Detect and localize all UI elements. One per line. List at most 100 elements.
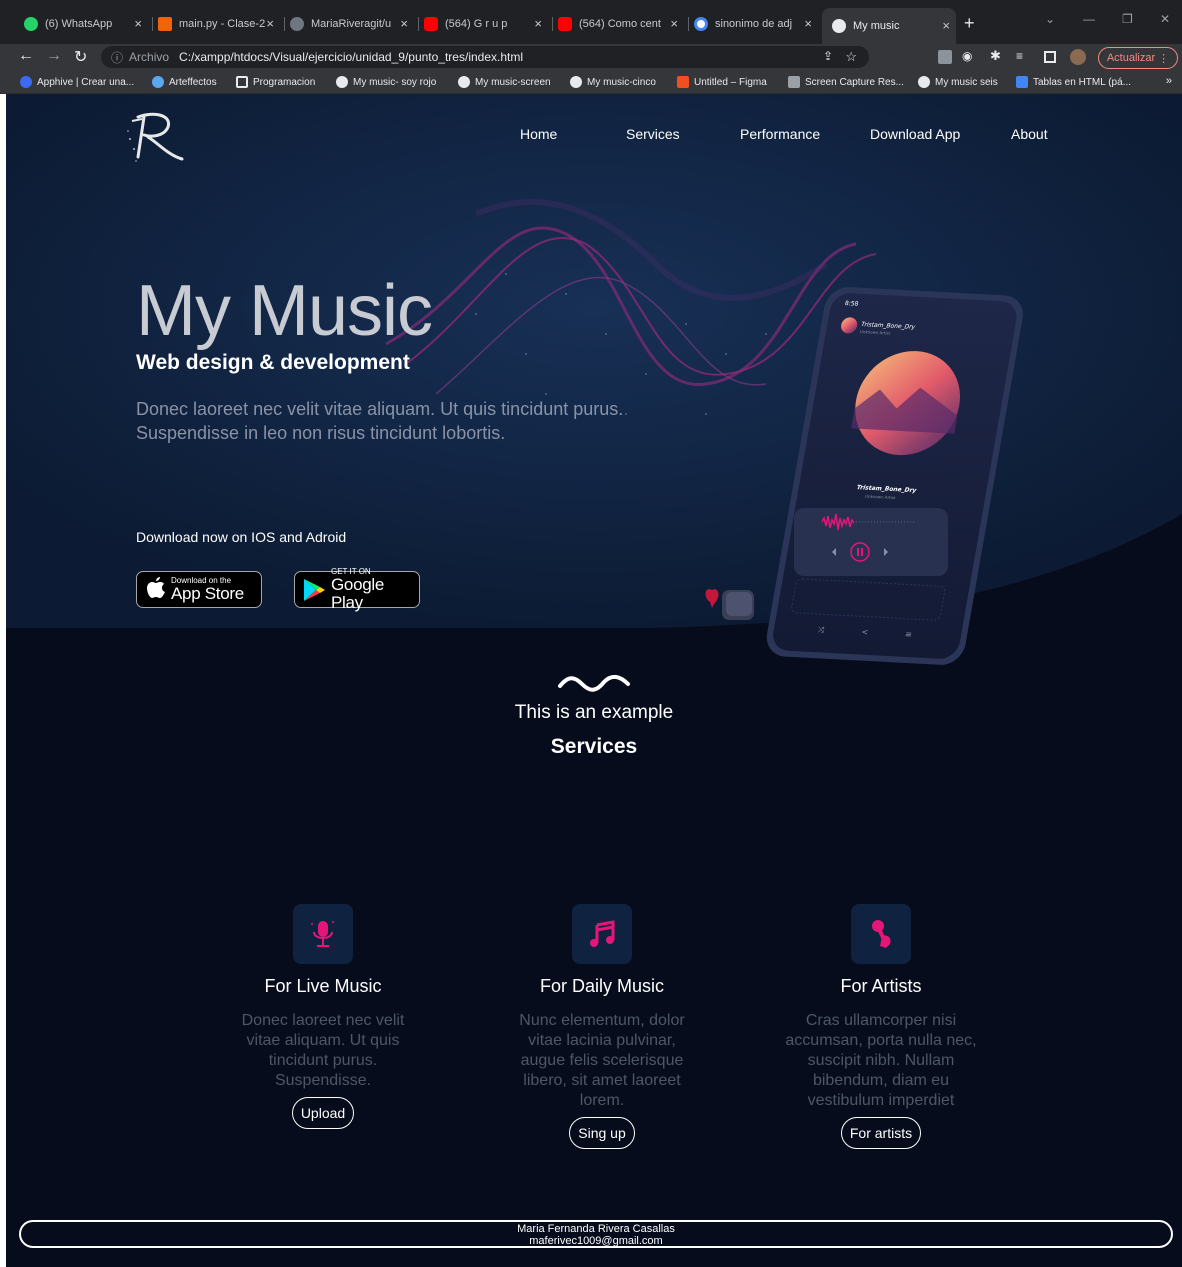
bookmark-item[interactable]: My music-cinco <box>570 76 656 88</box>
close-icon[interactable]: × <box>266 16 274 31</box>
tab-title: main.py - Clase-2 <box>179 18 266 30</box>
close-icon[interactable]: × <box>804 16 812 31</box>
nav-home[interactable]: Home <box>520 126 557 142</box>
bookmark-item[interactable]: Untitled – Figma <box>677 76 767 88</box>
globe-icon <box>918 76 930 88</box>
replit-icon <box>158 17 172 31</box>
bookmark-item[interactable]: My music seis <box>918 76 998 88</box>
close-icon[interactable]: × <box>942 18 950 33</box>
side-panel-icon[interactable] <box>1044 51 1056 63</box>
tab-search-icon[interactable]: ⌄ <box>1045 12 1055 26</box>
bookmark-label: My music- soy rojo <box>353 76 437 88</box>
bookmark-item[interactable]: My music- soy rojo <box>336 76 436 88</box>
bookmark-item[interactable]: My music-screen <box>458 76 551 88</box>
url-text[interactable]: C:/xampp/htdocs/Visual/ejercicio/unidad_… <box>179 50 523 64</box>
tab-replit[interactable]: main.py - Clase-2 × <box>152 12 280 36</box>
bookmark-label: My music-cinco <box>587 76 656 88</box>
browser-tab-strip: (6) WhatsApp × main.py - Clase-2 × Maria… <box>0 0 1182 44</box>
bookmark-label: Apphive | Crear una... <box>37 76 135 88</box>
for-artists-button[interactable]: For artists <box>840 1117 922 1149</box>
apphive-icon <box>20 76 32 88</box>
update-button[interactable]: Actualizar ⋮ <box>1098 47 1178 69</box>
globe-icon <box>458 76 470 88</box>
bookmark-item[interactable]: Arteffectos <box>152 76 217 88</box>
site-footer: Maria Fernanda Rivera Casallas maferivec… <box>19 1220 1173 1248</box>
music-notes-icon <box>572 904 632 964</box>
tab-title: (564) G r u p <box>445 18 508 30</box>
puzzle-icon[interactable]: ✱ <box>990 48 1004 63</box>
back-icon[interactable]: ← <box>18 47 34 65</box>
folder-grid-icon <box>236 76 248 88</box>
new-tab-button[interactable]: + <box>964 13 975 34</box>
page-viewport: Home Services Performance Download App A… <box>6 94 1182 1267</box>
tab-youtube-1[interactable]: (564) G r u p × <box>418 12 548 36</box>
minimize-icon[interactable]: — <box>1083 12 1095 26</box>
share-icon[interactable]: ⇪ <box>823 49 833 63</box>
tab-title: MariaRiveragit/u <box>311 18 392 30</box>
phone-mockup: 8:58 Tristam_Bone_Dry Unknown Artist Tri… <box>766 287 1023 665</box>
google-play-big: Google Play <box>331 575 385 612</box>
close-icon[interactable]: × <box>534 16 542 31</box>
restore-icon[interactable]: ❐ <box>1122 12 1133 26</box>
close-icon[interactable]: × <box>670 16 678 31</box>
app-store-big: App Store <box>171 584 244 603</box>
bookmark-label: Tablas en HTML (pá... <box>1033 76 1132 88</box>
service-card-daily-music: For Daily Music Nunc elementum, dolor vi… <box>482 904 722 1149</box>
info-icon[interactable]: ⓘ <box>111 49 123 66</box>
chat-icon <box>152 76 164 88</box>
card-title: For Artists <box>840 976 922 996</box>
tab-whatsapp[interactable]: (6) WhatsApp × <box>18 12 148 36</box>
reload-icon[interactable]: ↻ <box>74 47 87 67</box>
playlist-icon[interactable]: ≡ <box>1016 49 1030 63</box>
youtube-icon <box>558 17 572 31</box>
globe-icon <box>570 76 582 88</box>
bookmark-item[interactable]: Tablas en HTML (pá... <box>1016 76 1131 88</box>
bookmark-label: My music seis <box>935 76 998 88</box>
google-play-button[interactable]: GET IT ON Google Play <box>294 567 420 612</box>
tab-google[interactable]: sinonimo de adj × <box>688 12 818 36</box>
service-card-artists: For Artists Cras ullamcorper nisi accums… <box>761 904 1001 1149</box>
microphone-icon <box>293 904 353 964</box>
window-close-icon[interactable]: ✕ <box>1160 12 1170 26</box>
download-text: Download now on IOS and Adroid <box>136 529 347 545</box>
bookmark-item[interactable]: Apphive | Crear una... <box>20 76 134 88</box>
wave-divider-icon <box>558 675 630 692</box>
nav-download-app[interactable]: Download App <box>870 126 960 142</box>
tab-youtube-2[interactable]: (564) Como cent × <box>552 12 684 36</box>
nav-services[interactable]: Services <box>626 126 680 142</box>
bookmarks-bar: Apphive | Crear una... Arteffectos Progr… <box>0 72 1182 94</box>
bookmark-item[interactable]: Programacion <box>236 76 315 88</box>
bookmark-item[interactable]: Screen Capture Res... <box>788 76 904 88</box>
tab-my-music[interactable]: My music × <box>822 8 956 44</box>
services-title: Services <box>550 735 638 758</box>
google-icon <box>694 17 708 31</box>
scheme-label: Archivo <box>129 50 170 64</box>
bookmark-label: Untitled – Figma <box>694 76 767 88</box>
bookmarks-overflow-button[interactable]: » <box>1166 75 1172 87</box>
close-icon[interactable]: × <box>400 16 408 31</box>
whatsapp-icon <box>24 17 38 31</box>
bookmark-label: Screen Capture Res... <box>805 76 904 88</box>
address-bar[interactable]: ⓘ Archivo C:/xampp/htdocs/Visual/ejercic… <box>101 46 869 68</box>
bookmark-star-icon[interactable]: ☆ <box>845 49 857 65</box>
tab-github[interactable]: MariaRiveragit/u × <box>284 12 414 36</box>
figma-icon <box>677 76 689 88</box>
camera-icon[interactable]: ◉ <box>962 49 976 63</box>
extension-icon[interactable] <box>938 50 952 64</box>
close-icon[interactable]: × <box>134 16 142 31</box>
update-label: Actualizar <box>1106 52 1156 64</box>
bookmark-label: Programacion <box>253 76 316 88</box>
forward-icon[interactable]: → <box>46 47 62 65</box>
footer-email[interactable]: maferivec1009@gmail.com <box>21 1235 1171 1247</box>
sign-up-button[interactable]: Sing up <box>569 1117 635 1149</box>
doc-icon <box>1016 76 1028 88</box>
youtube-icon <box>424 17 438 31</box>
nav-performance[interactable]: Performance <box>740 126 820 142</box>
site-logo[interactable] <box>124 109 186 165</box>
app-store-button[interactable]: Download on the App Store <box>136 571 262 608</box>
hero-title: My Music <box>136 271 433 351</box>
nav-about[interactable]: About <box>1011 126 1048 142</box>
upload-button[interactable]: Upload <box>291 1097 355 1129</box>
apple-icon <box>147 576 165 603</box>
avatar[interactable] <box>1070 49 1086 65</box>
